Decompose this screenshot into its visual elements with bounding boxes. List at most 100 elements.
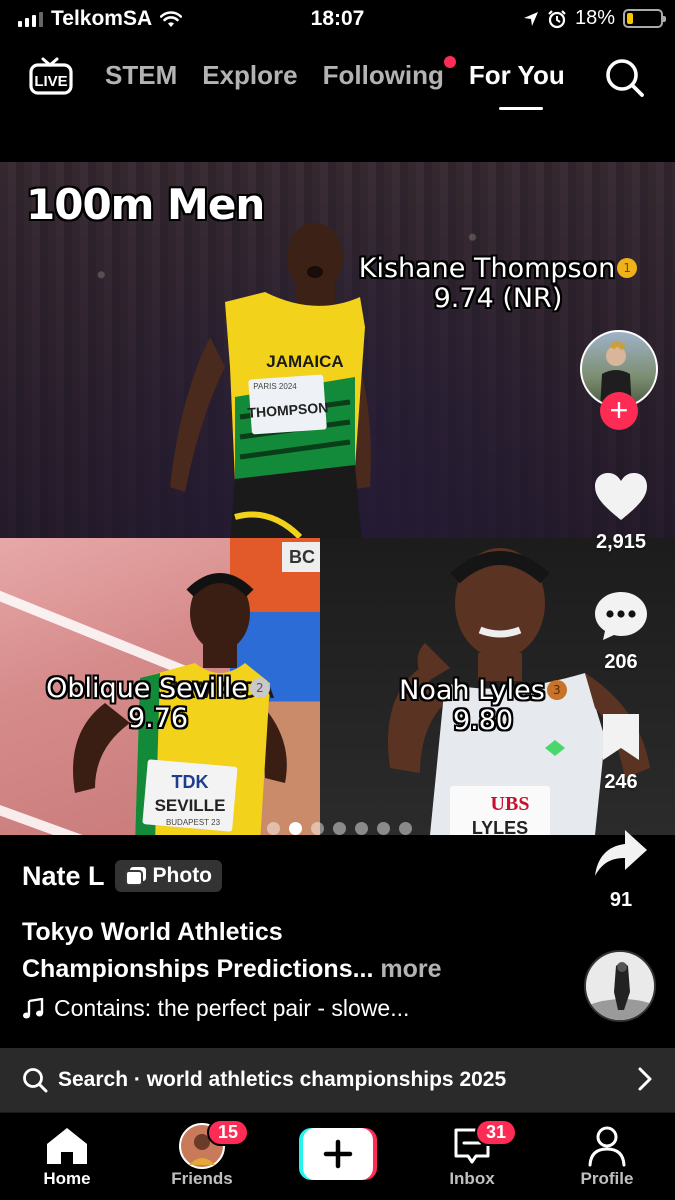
silver-name: Oblique Seville bbox=[46, 673, 248, 704]
tab-for-you[interactable]: For You bbox=[469, 60, 565, 91]
nav-home[interactable]: Home bbox=[12, 1123, 122, 1189]
plus-icon bbox=[299, 1128, 377, 1180]
search-suggestion-bar[interactable]: Search · world athletics championships 2… bbox=[0, 1048, 675, 1112]
share-button[interactable]: 91 bbox=[585, 828, 657, 912]
like-button[interactable]: 2,915 bbox=[585, 472, 657, 554]
bib-lyles-brand: UBS bbox=[491, 793, 530, 815]
more-link[interactable]: more bbox=[380, 955, 441, 983]
author-row: Nate L Photo bbox=[22, 860, 223, 892]
comment-button[interactable]: 206 bbox=[585, 590, 657, 674]
nav-profile-label: Profile bbox=[580, 1169, 634, 1188]
carousel-dot bbox=[311, 822, 324, 835]
overlay-heading: 100m Men bbox=[26, 180, 265, 229]
music-row[interactable]: Contains: the perfect pair - slowe... bbox=[22, 995, 409, 1022]
home-icon bbox=[47, 1128, 87, 1164]
photo-collage[interactable]: JAMAICA PARIS 2024 THOMPSON BC JAMAICA T… bbox=[0, 162, 675, 835]
bronze-name: Noah Lyles bbox=[399, 675, 545, 706]
bib-seville-brand: TDK bbox=[172, 772, 209, 792]
search-icon bbox=[606, 59, 644, 97]
bib-seville-name: SEVILLE bbox=[155, 796, 226, 815]
search-query: world athletics championships 2025 bbox=[146, 1068, 507, 1091]
share-arrow-icon bbox=[595, 830, 647, 876]
search-suggestion-text: Search · world athletics championships 2… bbox=[58, 1068, 506, 1092]
create-button[interactable] bbox=[299, 1128, 377, 1180]
music-title: Contains: the perfect pair - slowe... bbox=[54, 995, 410, 1021]
live-label: LIVE bbox=[34, 73, 67, 90]
carousel-dot bbox=[333, 822, 346, 835]
bronze-name-row: Noah Lyles 3 bbox=[388, 676, 578, 706]
gold-time: 9.74 (NR) bbox=[433, 282, 563, 314]
caption-line-2: Championships Predictions... bbox=[22, 955, 374, 983]
photo-mode-icon bbox=[124, 867, 146, 886]
live-tv-icon: LIVE bbox=[29, 57, 73, 95]
overlay-bronze: Noah Lyles 3 9.80 bbox=[388, 676, 578, 735]
status-bar: TelkomSA 18:07 18% bbox=[0, 0, 675, 38]
battery-percent: 18% bbox=[574, 7, 615, 29]
tab-stem[interactable]: STEM bbox=[105, 60, 177, 91]
bottom-nav: Home 15 Friends 31 Inbox Profile bbox=[0, 1112, 675, 1200]
carousel-dot bbox=[289, 822, 302, 835]
carousel-dot bbox=[399, 822, 412, 835]
author-name[interactable]: Nate L bbox=[22, 861, 105, 892]
comment-icon bbox=[595, 592, 647, 640]
feed-tabs: STEM Explore Following For You bbox=[105, 56, 590, 91]
nav-friends-label: Friends bbox=[171, 1169, 233, 1188]
jersey-text-thompson: JAMAICA bbox=[266, 352, 343, 371]
overlay-silver: Oblique Seville 2 9.76 bbox=[38, 674, 278, 733]
location-arrow-icon bbox=[523, 11, 538, 26]
live-button[interactable]: LIVE bbox=[28, 56, 74, 96]
gold-name: Kishane Thompson bbox=[358, 253, 616, 284]
tab-following[interactable]: Following bbox=[322, 56, 456, 91]
gold-name-row: Kishane Thompson 1 bbox=[348, 254, 648, 284]
carousel-dot bbox=[267, 822, 280, 835]
music-cover-icon bbox=[586, 952, 654, 1020]
share-count: 91 bbox=[609, 889, 633, 911]
search-separator: · bbox=[128, 1068, 147, 1091]
carousel-dot bbox=[377, 822, 390, 835]
save-count: 246 bbox=[604, 771, 638, 793]
save-button[interactable]: 246 bbox=[585, 712, 657, 794]
bib-thompson-top: PARIS 2024 bbox=[253, 382, 297, 391]
music-disc[interactable] bbox=[584, 950, 656, 1022]
post-caption[interactable]: Tokyo World Athletics Championships Pred… bbox=[22, 914, 562, 988]
bib-seville-bottom: BUDAPEST 23 bbox=[166, 818, 221, 827]
status-right: 18% bbox=[523, 7, 666, 30]
heart-icon bbox=[595, 473, 647, 520]
friends-badge: 15 bbox=[207, 1119, 250, 1146]
profile-icon bbox=[588, 1126, 626, 1167]
comment-count: 206 bbox=[604, 651, 638, 673]
top-nav: LIVE STEM Explore Following For You bbox=[0, 50, 675, 110]
bib-lyles-name: LYLES bbox=[472, 818, 528, 835]
battery-icon bbox=[623, 9, 666, 28]
nav-home-label: Home bbox=[43, 1169, 91, 1188]
search-prefix: Search bbox=[58, 1068, 129, 1091]
chevron-right-icon bbox=[638, 1067, 652, 1091]
overlay-gold: Kishane Thompson 1 9.74 (NR) bbox=[348, 254, 648, 313]
caption-line-2-row: Championships Predictions... more bbox=[22, 951, 562, 988]
active-tab-indicator bbox=[499, 107, 543, 110]
photo-badge: Photo bbox=[114, 860, 223, 892]
carousel-dot bbox=[355, 822, 368, 835]
tab-following-label: Following bbox=[322, 60, 444, 90]
nav-inbox[interactable]: 31 Inbox bbox=[417, 1119, 527, 1189]
silver-name-row: Oblique Seville 2 bbox=[38, 674, 278, 704]
nav-friends[interactable]: 15 Friends bbox=[147, 1119, 257, 1189]
tab-explore[interactable]: Explore bbox=[202, 60, 297, 91]
nav-profile[interactable]: Profile bbox=[552, 1123, 662, 1189]
silver-medal-icon: 2 bbox=[249, 677, 270, 698]
creator-avatar-group[interactable]: + bbox=[580, 330, 660, 430]
search-icon bbox=[23, 1068, 48, 1093]
silver-time: 9.76 bbox=[127, 702, 189, 734]
inbox-badge: 31 bbox=[475, 1119, 518, 1146]
search-button[interactable] bbox=[604, 57, 646, 99]
notification-dot bbox=[443, 56, 456, 68]
caption-line-1: Tokyo World Athletics bbox=[22, 918, 283, 946]
gold-medal-icon: 1 bbox=[617, 257, 638, 278]
alarm-icon bbox=[548, 9, 566, 28]
follow-button[interactable]: + bbox=[600, 392, 638, 430]
carousel-indicator bbox=[267, 822, 412, 835]
music-note-icon bbox=[23, 997, 44, 1018]
bronze-time: 9.80 bbox=[452, 704, 514, 736]
nav-inbox-label: Inbox bbox=[449, 1169, 495, 1188]
bookmark-icon bbox=[603, 714, 639, 760]
